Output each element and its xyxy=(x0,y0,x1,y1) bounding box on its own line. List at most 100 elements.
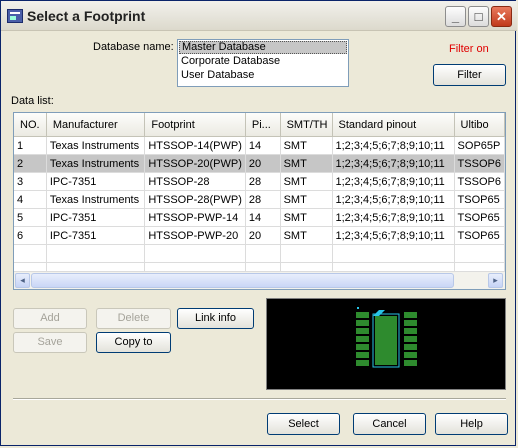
database-option-user[interactable]: User Database xyxy=(179,69,347,82)
select-footprint-dialog: Select a Footprint _ □ ✕ Database name: … xyxy=(0,0,517,446)
footprint-grid: NO. Manufacturer Footprint Pi... SMT/TH … xyxy=(14,113,505,281)
cell-manufacturer: IPC-7351 xyxy=(46,172,146,191)
cell-smt-th: SMT xyxy=(280,226,333,245)
add-button-label: Add xyxy=(40,312,60,324)
column-header-manufacturer[interactable]: Manufacturer xyxy=(46,113,146,137)
filter-status: Filter on xyxy=(449,43,489,55)
cell-footprint: HTSSOP-28(PWP) xyxy=(144,190,246,209)
link-info-button[interactable]: Link info xyxy=(177,308,254,329)
cell-pins: 20 xyxy=(245,154,281,173)
minimize-button[interactable]: _ xyxy=(445,6,466,27)
cell-no: 5 xyxy=(14,208,47,227)
copy-to-button-label: Copy to xyxy=(114,336,153,348)
cell-no: 4 xyxy=(14,190,47,209)
origin-dot xyxy=(357,307,359,309)
cell-pins: 20 xyxy=(245,226,281,245)
cell-footprint: HTSSOP-28 xyxy=(144,172,246,191)
table-row[interactable]: 5 IPC-7351 HTSSOP-PWP-14 14 SMT 1;2;3;4;… xyxy=(14,208,505,227)
empty-row xyxy=(14,244,505,263)
cell-standard-pinout: 1;2;3;4;5;6;7;8;9;10;11 xyxy=(332,226,455,245)
horizontal-scrollbar[interactable]: ◂ ▸ xyxy=(14,271,505,289)
cell-manufacturer: IPC-7351 xyxy=(46,226,146,245)
footprint-preview xyxy=(266,298,506,390)
cell-footprint: HTSSOP-14(PWP) xyxy=(144,136,246,155)
footer-separator xyxy=(13,398,506,400)
cell-manufacturer: IPC-7351 xyxy=(46,208,146,227)
column-header-smt-th[interactable]: SMT/TH xyxy=(280,113,333,137)
cell-standard-pinout: 1;2;3;4;5;6;7;8;9;10;11 xyxy=(332,154,455,173)
cell-no: 6 xyxy=(14,226,47,245)
cancel-button[interactable]: Cancel xyxy=(353,413,426,435)
close-button[interactable]: ✕ xyxy=(491,6,512,27)
table-row[interactable]: 1 Texas Instruments HTSSOP-14(PWP) 14 SM… xyxy=(14,136,505,155)
scroll-left-icon[interactable]: ◂ xyxy=(15,273,30,288)
cell-manufacturer: Texas Instruments xyxy=(46,154,146,173)
cell-ultibo: SOP65P xyxy=(454,136,505,155)
window-title: Select a Footprint xyxy=(27,8,146,24)
cell-standard-pinout: 1;2;3;4;5;6;7;8;9;10;11 xyxy=(332,136,455,155)
save-button-label: Save xyxy=(37,336,63,348)
table-header-row: NO. Manufacturer Footprint Pi... SMT/TH … xyxy=(14,113,505,137)
help-button-label: Help xyxy=(460,418,483,430)
cell-standard-pinout: 1;2;3;4;5;6;7;8;9;10;11 xyxy=(332,190,455,209)
column-header-footprint[interactable]: Footprint xyxy=(144,113,246,137)
table-row[interactable]: 4 Texas Instruments HTSSOP-28(PWP) 28 SM… xyxy=(14,190,505,209)
data-list-label: Data list: xyxy=(11,95,54,107)
add-button[interactable]: Add xyxy=(13,308,87,329)
cell-pins: 14 xyxy=(245,136,281,155)
cell-standard-pinout: 1;2;3;4;5;6;7;8;9;10;11 xyxy=(332,172,455,191)
database-option-corporate[interactable]: Corporate Database xyxy=(179,55,347,68)
delete-button-label: Delete xyxy=(117,312,150,324)
column-header-pins[interactable]: Pi... xyxy=(245,113,281,137)
cell-footprint: HTSSOP-PWP-14 xyxy=(144,208,246,227)
cell-smt-th: SMT xyxy=(280,208,333,227)
footprint-table[interactable]: NO. Manufacturer Footprint Pi... SMT/TH … xyxy=(13,112,506,290)
cell-pins: 28 xyxy=(245,190,281,209)
help-button[interactable]: Help xyxy=(435,413,508,435)
cell-no: 3 xyxy=(14,172,47,191)
cell-smt-th: SMT xyxy=(280,172,333,191)
cell-smt-th: SMT xyxy=(280,154,333,173)
thermal-pad xyxy=(375,316,397,365)
cancel-button-label: Cancel xyxy=(372,418,407,430)
filter-button[interactable]: Filter xyxy=(433,64,506,86)
cell-standard-pinout: 1;2;3;4;5;6;7;8;9;10;11 xyxy=(332,208,455,227)
copy-to-button[interactable]: Copy to xyxy=(96,332,171,353)
title-bar[interactable]: Select a Footprint _ □ ✕ xyxy=(1,1,517,31)
cell-ultibo: TSOP65 xyxy=(454,226,505,245)
database-option-master[interactable]: Master Database xyxy=(179,41,347,54)
column-header-ultibo[interactable]: Ultibo xyxy=(454,113,505,137)
select-button[interactable]: Select xyxy=(267,413,340,435)
delete-button[interactable]: Delete xyxy=(96,308,171,329)
cell-ultibo: TSOP65 xyxy=(454,208,505,227)
link-info-button-label: Link info xyxy=(195,312,236,324)
scroll-right-icon[interactable]: ▸ xyxy=(488,273,503,288)
table-row[interactable]: 3 IPC-7351 HTSSOP-28 28 SMT 1;2;3;4;5;6;… xyxy=(14,172,505,191)
database-name-label: Database name: xyxy=(93,41,174,53)
table-row-selected[interactable]: 2 Texas Instruments HTSSOP-20(PWP) 20 SM… xyxy=(14,154,505,173)
cell-footprint: HTSSOP-20(PWP) xyxy=(144,154,246,173)
select-button-label: Select xyxy=(288,418,319,430)
column-header-standard-pinout[interactable]: Standard pinout xyxy=(332,113,455,137)
cell-no: 2 xyxy=(14,154,47,173)
scroll-thumb[interactable] xyxy=(31,273,454,288)
cell-ultibo: TSOP65 xyxy=(454,190,505,209)
cell-smt-th: SMT xyxy=(280,190,333,209)
cell-manufacturer: Texas Instruments xyxy=(46,190,146,209)
app-icon xyxy=(7,9,23,23)
cell-pins: 28 xyxy=(245,172,281,191)
left-pads xyxy=(356,312,369,366)
right-pads xyxy=(404,312,417,366)
column-header-no[interactable]: NO. xyxy=(14,113,47,137)
save-button[interactable]: Save xyxy=(13,332,87,353)
footprint-drawing xyxy=(356,307,417,368)
filter-button-label: Filter xyxy=(457,69,482,81)
database-listbox[interactable]: Master Database Corporate Database User … xyxy=(177,39,349,87)
cell-ultibo: TSSOP6 xyxy=(454,154,505,173)
cell-no: 1 xyxy=(14,136,47,155)
table-row[interactable]: 6 IPC-7351 HTSSOP-PWP-20 20 SMT 1;2;3;4;… xyxy=(14,226,505,245)
cell-smt-th: SMT xyxy=(280,136,333,155)
cell-ultibo: TSSOP6 xyxy=(454,172,505,191)
cell-manufacturer: Texas Instruments xyxy=(46,136,146,155)
maximize-button[interactable]: □ xyxy=(468,6,489,27)
